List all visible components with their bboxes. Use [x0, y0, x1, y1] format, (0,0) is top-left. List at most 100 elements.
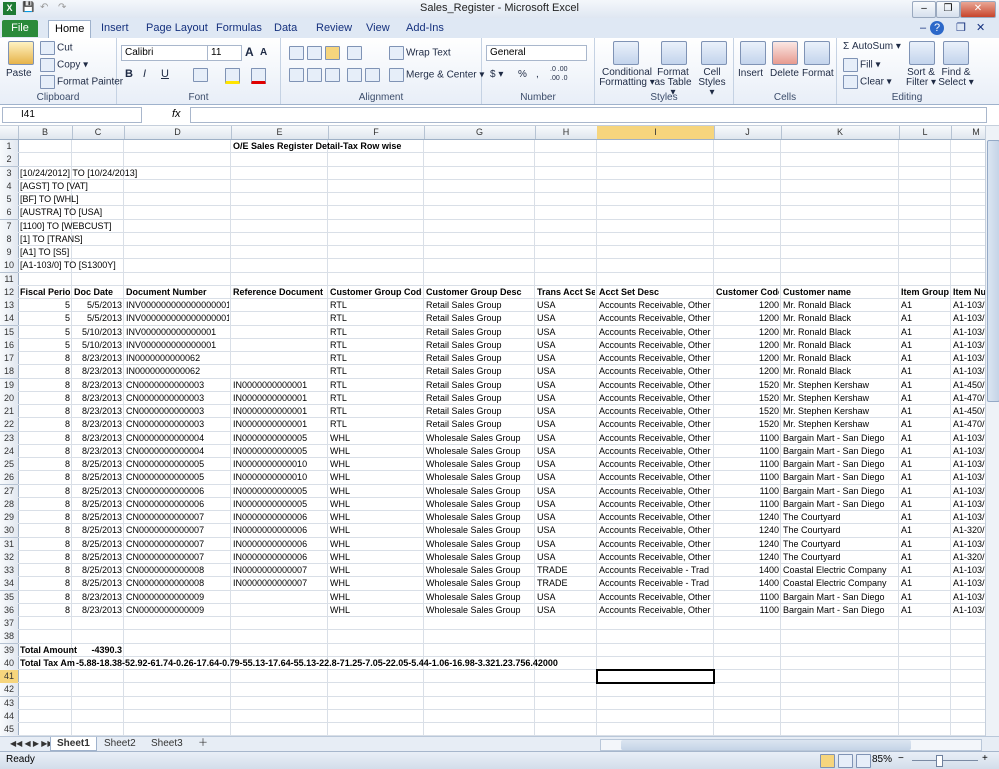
cell-k19[interactable]: Mr. Stephen Kershaw	[783, 379, 897, 392]
cell-k16[interactable]: Mr. Ronald Black	[783, 339, 897, 352]
cell-h26[interactable]: USA	[537, 471, 595, 484]
cell-h24[interactable]: USA	[537, 445, 595, 458]
cell-h32[interactable]: USA	[537, 551, 595, 564]
zoom-slider-thumb[interactable]	[936, 755, 943, 767]
cell-e20[interactable]: IN0000000000001	[233, 392, 326, 405]
cell-e33[interactable]: IN0000000000007	[233, 564, 326, 577]
cell-k22[interactable]: Mr. Stephen Kershaw	[783, 418, 897, 431]
cell-e34[interactable]: IN0000000000007	[233, 577, 326, 590]
cell-g18[interactable]: Retail Sales Group	[426, 365, 533, 378]
sort-filter-button[interactable]: Sort & Filter ▾	[903, 68, 939, 88]
cell-c36[interactable]: 8/23/2013	[74, 604, 122, 617]
cell-j25[interactable]: 1100	[716, 458, 779, 471]
column-title-j[interactable]: Customer Code	[716, 286, 779, 299]
row-header-15[interactable]: 15	[0, 325, 19, 340]
cell-e22[interactable]: IN0000000000001	[233, 418, 326, 431]
row-header-7[interactable]: 7	[0, 219, 19, 234]
row-header-14[interactable]: 14	[0, 312, 19, 327]
cell-c16[interactable]: 5/10/2013	[74, 339, 122, 352]
row-header-23[interactable]: 23	[0, 431, 19, 446]
cell-l13[interactable]: A1	[901, 299, 949, 312]
row-header-11[interactable]: 11	[0, 272, 19, 287]
cell-b10[interactable]: [A1-103/0] TO [S1300Y]	[20, 259, 116, 272]
cell-c29[interactable]: 8/25/2013	[74, 511, 122, 524]
cell-i20[interactable]: Accounts Receivable, Other	[599, 392, 712, 405]
cell-g25[interactable]: Wholesale Sales Group	[426, 458, 533, 471]
column-header-k[interactable]: K	[781, 126, 900, 139]
cell-m22[interactable]: A1-470/	[953, 418, 985, 431]
cell-k29[interactable]: The Courtyard	[783, 511, 897, 524]
cell-h35[interactable]: USA	[537, 591, 595, 604]
cell-i27[interactable]: Accounts Receivable, Other	[599, 485, 712, 498]
cell-i30[interactable]: Accounts Receivable, Other	[599, 524, 712, 537]
cell-f17[interactable]: RTL	[330, 352, 422, 365]
cell-j34[interactable]: 1400	[716, 577, 779, 590]
cell-f23[interactable]: WHL	[330, 432, 422, 445]
cell-d30[interactable]: CN0000000000007	[126, 524, 229, 537]
cell-h33[interactable]: TRADE	[537, 564, 595, 577]
cell-k18[interactable]: Mr. Ronald Black	[783, 365, 897, 378]
cell-c34[interactable]: 8/25/2013	[74, 577, 122, 590]
cell-e15[interactable]	[233, 326, 326, 339]
cell-j35[interactable]: 1100	[716, 591, 779, 604]
format-cells-button[interactable]: Format	[802, 68, 834, 79]
column-title-c[interactable]: Doc Date	[74, 286, 122, 299]
select-all-corner[interactable]	[0, 126, 19, 139]
cell-e28[interactable]: IN0000000000005	[233, 498, 326, 511]
cell-m16[interactable]: A1-103/	[953, 339, 985, 352]
tab-add-ins[interactable]: Add-Ins	[400, 20, 450, 37]
cell-h28[interactable]: USA	[537, 498, 595, 511]
cell-b31[interactable]: 8	[20, 538, 70, 551]
cell-f28[interactable]: WHL	[330, 498, 422, 511]
cell-j22[interactable]: 1520	[716, 418, 779, 431]
zoom-slider[interactable]	[912, 760, 978, 761]
column-title-h[interactable]: Trans Acct Set	[537, 286, 595, 299]
cell-f30[interactable]: WHL	[330, 524, 422, 537]
zoom-out-button[interactable]: −	[898, 753, 904, 764]
cell-l29[interactable]: A1	[901, 511, 949, 524]
cell-c25[interactable]: 8/25/2013	[74, 458, 122, 471]
cell-i13[interactable]: Accounts Receivable, Other	[599, 299, 712, 312]
cell-g16[interactable]: Retail Sales Group	[426, 339, 533, 352]
cell-c40[interactable]: -5.88-18.38-52.92-61.74-0.26-17.64-0.79-…	[76, 657, 576, 670]
cell-b36[interactable]: 8	[20, 604, 70, 617]
cell-h19[interactable]: USA	[537, 379, 595, 392]
cell-m19[interactable]: A1-450/	[953, 379, 985, 392]
column-title-k[interactable]: Customer name	[783, 286, 897, 299]
cell-m24[interactable]: A1-103/	[953, 445, 985, 458]
row-header-40[interactable]: 40	[0, 656, 19, 671]
active-cell-selection[interactable]	[596, 669, 715, 685]
cell-d27[interactable]: CN0000000000006	[126, 485, 229, 498]
cell-k33[interactable]: Coastal Electric Company	[783, 564, 897, 577]
cell-b19[interactable]: 8	[20, 379, 70, 392]
cell-h21[interactable]: USA	[537, 405, 595, 418]
cell-m31[interactable]: A1-103/	[953, 538, 985, 551]
cell-g17[interactable]: Retail Sales Group	[426, 352, 533, 365]
cell-f13[interactable]: RTL	[330, 299, 422, 312]
cell-j15[interactable]: 1200	[716, 326, 779, 339]
italic-button[interactable]: I	[143, 68, 146, 80]
cell-b27[interactable]: 8	[20, 485, 70, 498]
cell-k34[interactable]: Coastal Electric Company	[783, 577, 897, 590]
cell-k20[interactable]: Mr. Stephen Kershaw	[783, 392, 897, 405]
cell-l32[interactable]: A1	[901, 551, 949, 564]
cell-e31[interactable]: IN0000000000006	[233, 538, 326, 551]
cell-h23[interactable]: USA	[537, 432, 595, 445]
row-header-33[interactable]: 33	[0, 564, 19, 578]
cell-f15[interactable]: RTL	[330, 326, 422, 339]
cell-j21[interactable]: 1520	[716, 405, 779, 418]
column-title-g[interactable]: Customer Group Desc	[426, 286, 533, 299]
cell-d26[interactable]: CN0000000000005	[126, 471, 229, 484]
cell-i21[interactable]: Accounts Receivable, Other	[599, 405, 712, 418]
cell-k30[interactable]: The Courtyard	[783, 524, 897, 537]
cell-d25[interactable]: CN0000000000005	[126, 458, 229, 471]
cell-g27[interactable]: Wholesale Sales Group	[426, 485, 533, 498]
row-header-31[interactable]: 31	[0, 537, 19, 552]
cell-b24[interactable]: 8	[20, 445, 70, 458]
cell-b16[interactable]: 5	[20, 339, 70, 352]
cell-m13[interactable]: A1-103/	[953, 299, 985, 312]
cell-k36[interactable]: Bargain Mart - San Diego	[783, 604, 897, 617]
cell-b5[interactable]: [BF] TO [WHL]	[20, 193, 79, 206]
cell-l16[interactable]: A1	[901, 339, 949, 352]
align-center-icon[interactable]	[307, 68, 324, 82]
